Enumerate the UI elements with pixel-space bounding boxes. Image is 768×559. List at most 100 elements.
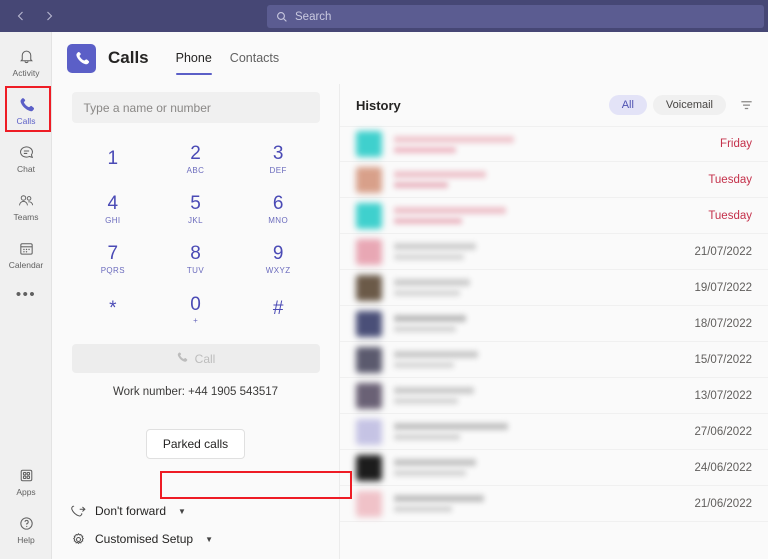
sidebar-item-help[interactable]: Help	[0, 505, 52, 553]
forwarding-label: Don't forward	[95, 504, 166, 518]
dial-input[interactable]: Type a name or number	[71, 92, 320, 123]
history-row[interactable]: 21/07/2022	[340, 234, 768, 270]
contact-name-redacted	[394, 243, 476, 250]
call-button[interactable]: Call	[71, 344, 320, 373]
history-row-date: Friday	[720, 138, 752, 150]
history-row-date: Tuesday	[708, 173, 752, 186]
key-digit: #	[272, 298, 284, 319]
sidebar-item-more[interactable]: •••	[0, 278, 52, 312]
history-row[interactable]: 27/06/2022	[340, 414, 768, 450]
sidebar-item-chat[interactable]: Chat	[0, 134, 52, 182]
key-8[interactable]: 8 TUV	[154, 234, 237, 284]
teams-icon	[17, 191, 35, 210]
apps-grid-icon	[18, 466, 35, 485]
sidebar-item-label: Calls	[16, 115, 36, 126]
history-title: History	[356, 97, 401, 113]
sidebar-item-apps[interactable]: Apps	[0, 457, 52, 505]
search-icon	[276, 11, 288, 23]
history-row-date: 15/07/2022	[694, 353, 752, 366]
key-digit: 0	[190, 293, 201, 315]
history-row-date: Tuesday	[708, 209, 752, 222]
history-row-date: 19/07/2022	[694, 281, 752, 294]
history-row-text	[394, 243, 694, 260]
key-star[interactable]: *	[72, 284, 155, 334]
annotation-box-work-number	[160, 471, 352, 499]
history-row[interactable]: 15/07/2022	[340, 342, 768, 378]
tab-contacts[interactable]: Contacts	[221, 32, 288, 84]
key-digit: 7	[107, 242, 119, 264]
sidebar-item-teams[interactable]: Teams	[0, 182, 52, 230]
key-letters: PQRS	[100, 265, 125, 275]
history-row[interactable]: Friday	[340, 126, 768, 162]
history-row[interactable]: 21/06/2022	[340, 486, 768, 522]
forwarding-dropdown[interactable]: Don't forward ▼	[70, 503, 213, 519]
history-row-date: 21/06/2022	[694, 497, 752, 510]
avatar	[356, 238, 382, 265]
history-row[interactable]: 13/07/2022	[340, 378, 768, 414]
filter-pill-voicemail[interactable]: Voicemail	[652, 95, 726, 115]
more-ellipsis-icon: •••	[15, 286, 37, 303]
sidebar-item-label: Activity	[12, 67, 40, 78]
key-1[interactable]: 1	[72, 134, 155, 184]
contact-name-redacted	[394, 315, 466, 322]
calls-header: Calls Phone Contacts	[52, 32, 768, 84]
history-row-text	[394, 387, 694, 404]
avatar	[356, 490, 382, 517]
contact-name-redacted	[394, 459, 476, 466]
sidebar-item-label: Teams	[13, 211, 39, 222]
parked-calls-button[interactable]: Parked calls	[145, 429, 246, 459]
history-row-date: 24/06/2022	[694, 461, 752, 474]
back-icon[interactable]	[14, 9, 28, 23]
filter-funnel-icon[interactable]	[736, 95, 756, 115]
search-bar[interactable]: Search	[267, 5, 764, 28]
history-row-text	[394, 315, 694, 332]
key-digit: 9	[272, 242, 284, 264]
gear-icon	[70, 531, 86, 547]
avatar	[356, 310, 382, 337]
history-pane: History All Voicemail Friday Tuesday Tuesd…	[340, 84, 768, 559]
chat-icon	[18, 143, 35, 162]
sidebar-item-activity[interactable]: Activity	[0, 38, 52, 86]
key-digit: 1	[107, 147, 119, 169]
forward-icon[interactable]	[42, 9, 56, 23]
call-detail-redacted	[394, 326, 456, 332]
search-input[interactable]: Search	[295, 11, 331, 23]
key-letters: TUV	[186, 265, 205, 275]
history-header: History All Voicemail	[340, 84, 768, 126]
setup-label: Customised Setup	[95, 532, 194, 546]
key-7[interactable]: 7 PQRS	[72, 234, 155, 284]
chevron-down-icon: ▼	[178, 506, 186, 516]
key-letters: MNO	[268, 215, 289, 225]
key-4[interactable]: 4 GHI	[72, 184, 155, 234]
keypad: 1 2 ABC 3 DEF 4 GHI 5 JKL 6 MNO 7 PQRS 8…	[72, 134, 320, 334]
calls-body: Type a name or number 1 2 ABC 3 DEF 4 GH…	[52, 84, 768, 559]
key-digit: 8	[190, 242, 201, 264]
key-5[interactable]: 5 JKL	[154, 184, 237, 234]
key-hash[interactable]: #	[237, 284, 320, 334]
parked-calls-row: Parked calls	[52, 429, 339, 459]
key-0[interactable]: 0 +	[154, 284, 237, 334]
work-number-label: Work number: +44 1905 543517	[112, 386, 279, 398]
history-row[interactable]: 24/06/2022	[340, 450, 768, 486]
setup-dropdown[interactable]: Customised Setup ▼	[70, 531, 213, 547]
call-detail-redacted	[394, 506, 452, 512]
key-letters: JKL	[187, 215, 203, 225]
history-row[interactable]: 19/07/2022	[340, 270, 768, 306]
history-row-text	[394, 495, 694, 512]
history-row[interactable]: 18/07/2022	[340, 306, 768, 342]
title-bar: Search	[0, 0, 768, 32]
key-2[interactable]: 2 ABC	[154, 134, 237, 184]
history-row[interactable]: Tuesday	[340, 198, 768, 234]
key-3[interactable]: 3 DEF	[237, 134, 320, 184]
contact-name-redacted	[394, 135, 514, 143]
key-6[interactable]: 6 MNO	[237, 184, 320, 234]
sidebar-item-calendar[interactable]: Calendar	[0, 230, 52, 278]
sidebar-item-label: Help	[17, 534, 35, 545]
avatar	[356, 166, 382, 193]
filter-pill-all[interactable]: All	[608, 95, 647, 115]
history-row[interactable]: Tuesday	[340, 162, 768, 198]
sidebar-item-calls[interactable]: Calls	[0, 86, 52, 134]
key-9[interactable]: 9 WXYZ	[237, 234, 320, 284]
chevron-down-icon: ▼	[205, 534, 213, 544]
tab-phone[interactable]: Phone	[167, 32, 221, 84]
